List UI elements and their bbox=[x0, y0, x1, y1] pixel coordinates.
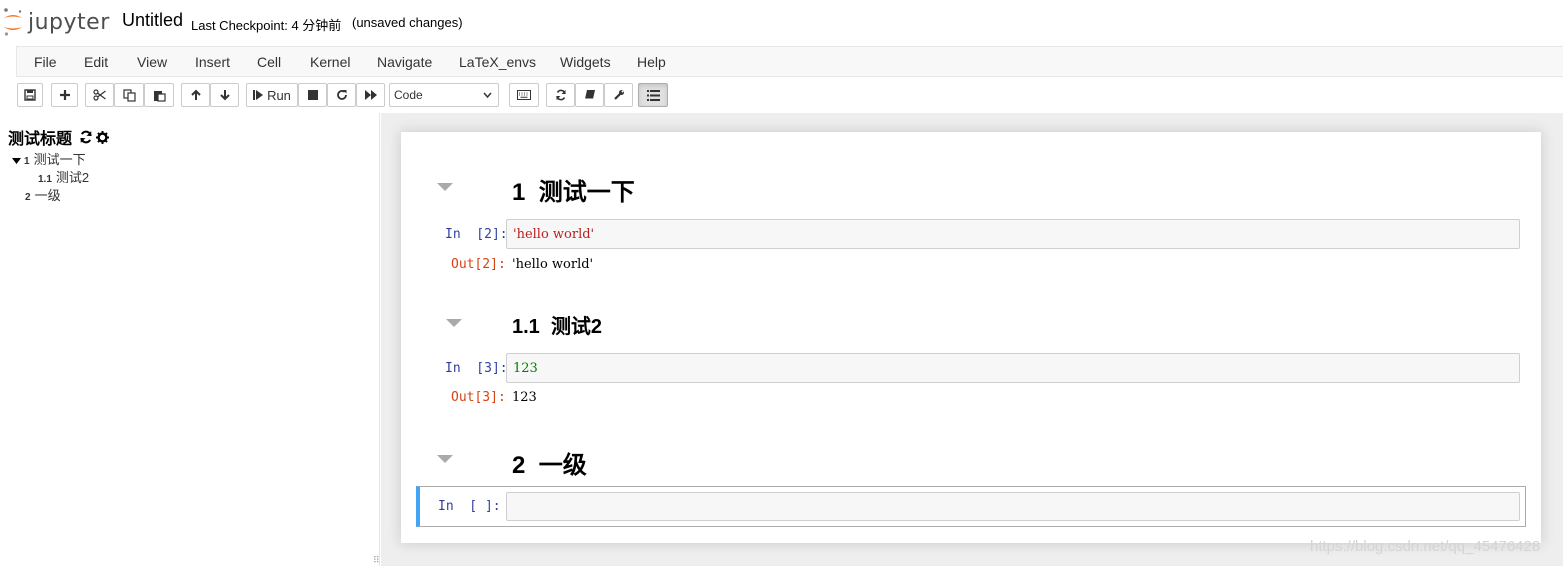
refresh-icon bbox=[555, 89, 566, 101]
restart-button[interactable] bbox=[327, 83, 356, 107]
input-prompt: In [3]: bbox=[445, 361, 508, 376]
arrow-down-icon bbox=[219, 90, 230, 101]
logo-text: jupyter bbox=[28, 9, 110, 35]
code-input-area[interactable]: 123 bbox=[506, 353, 1520, 383]
output-text: 'hello world' bbox=[512, 257, 594, 272]
menu-view[interactable]: View bbox=[137, 54, 167, 70]
menu-file[interactable]: File bbox=[34, 54, 57, 70]
heading-number: 1 bbox=[512, 179, 526, 206]
caret-down-icon bbox=[12, 157, 21, 164]
toc-item-1-1[interactable]: 1.1 测试2 bbox=[38, 167, 89, 186]
toc-toggle-button[interactable] bbox=[638, 83, 668, 107]
insert-cell-button[interactable] bbox=[51, 83, 78, 107]
save-icon bbox=[24, 89, 36, 101]
code-text: 'hello world' bbox=[513, 227, 595, 242]
toolbar: Run Code bbox=[0, 80, 1563, 110]
interrupt-button[interactable] bbox=[298, 83, 327, 107]
stop-icon bbox=[307, 90, 318, 100]
run-button[interactable]: Run bbox=[246, 83, 298, 107]
paste-button[interactable] bbox=[144, 83, 174, 107]
heading-number: 2 bbox=[512, 452, 526, 479]
jupyter-logo-icon bbox=[4, 8, 22, 36]
settings-button[interactable] bbox=[604, 83, 633, 107]
arrow-up-icon bbox=[190, 89, 201, 100]
checkpoint-status: Last Checkpoint: 4 分钟前 bbox=[191, 18, 342, 33]
plus-icon bbox=[59, 90, 70, 100]
heading-title: 一级 bbox=[538, 452, 587, 479]
command-palette-button[interactable] bbox=[509, 83, 539, 107]
resize-handle-icon[interactable]: ⠿ bbox=[373, 555, 380, 566]
output-prompt: Out[2]: bbox=[451, 257, 506, 272]
autosave-status: (unsaved changes) bbox=[352, 15, 463, 30]
copy-button[interactable] bbox=[114, 83, 144, 107]
cell-type-select[interactable]: Code bbox=[389, 83, 499, 107]
toc-item-2[interactable]: 2 一级 bbox=[25, 185, 61, 204]
heading-1[interactable]: 1 测试一下 bbox=[512, 172, 635, 207]
book-icon bbox=[584, 90, 595, 100]
refresh-icon[interactable] bbox=[79, 130, 93, 144]
menu-cell[interactable]: Cell bbox=[257, 54, 281, 70]
code-input-area[interactable]: 'hello world' bbox=[506, 219, 1520, 249]
collapse-heading-icon[interactable] bbox=[437, 183, 453, 191]
toc-item-label: 一级 bbox=[34, 188, 61, 203]
heading-title: 测试一下 bbox=[538, 179, 635, 206]
step-forward-icon bbox=[253, 90, 264, 100]
collapse-heading-icon[interactable] bbox=[437, 455, 453, 463]
jupyter-logo[interactable]: jupyter bbox=[2, 6, 110, 38]
heading-1-1[interactable]: 1.1 测试2 bbox=[512, 310, 602, 339]
toc-header: 测试标题 bbox=[8, 125, 110, 149]
toc-item-label: 测试一下 bbox=[33, 152, 86, 167]
fast-forward-icon bbox=[364, 90, 377, 100]
copy-icon bbox=[122, 88, 136, 102]
menu-help[interactable]: Help bbox=[637, 54, 666, 70]
header: jupyter Untitled Last Checkpoint: 4 分钟前 … bbox=[0, 0, 1563, 46]
refresh-toc-button[interactable] bbox=[546, 83, 575, 107]
toc-item-number: 1.1 bbox=[38, 174, 52, 185]
scissors-icon bbox=[93, 89, 106, 101]
restart-run-all-button[interactable] bbox=[356, 83, 385, 107]
heading-title: 测试2 bbox=[550, 316, 603, 338]
menu-widgets[interactable]: Widgets bbox=[560, 54, 611, 70]
code-text: 123 bbox=[513, 361, 538, 376]
move-up-button[interactable] bbox=[181, 83, 210, 107]
paste-icon bbox=[153, 90, 166, 102]
heading-2[interactable]: 2 一级 bbox=[512, 445, 587, 480]
code-input-area[interactable] bbox=[506, 492, 1520, 521]
collapse-heading-icon[interactable] bbox=[446, 319, 462, 327]
toc-item-number: 1 bbox=[24, 156, 30, 167]
chevron-down-icon bbox=[483, 92, 492, 99]
heading-number: 1.1 bbox=[512, 316, 540, 338]
cell-type-value: Code bbox=[394, 88, 423, 102]
watermark: https://blog.csdn.net/qq_45476428 bbox=[1310, 538, 1541, 555]
menu-kernel[interactable]: Kernel bbox=[310, 54, 350, 70]
save-button[interactable] bbox=[17, 83, 43, 107]
menu-navigate[interactable]: Navigate bbox=[377, 54, 432, 70]
notebook-extension-button[interactable] bbox=[575, 83, 604, 107]
toc-item-label: 测试2 bbox=[55, 170, 90, 185]
wrench-icon bbox=[613, 90, 624, 100]
toc-item-1[interactable]: 1 测试一下 bbox=[12, 149, 86, 168]
menu-latex-envs[interactable]: LaTeX_envs bbox=[459, 54, 536, 70]
restart-icon bbox=[336, 90, 347, 100]
menu-edit[interactable]: Edit bbox=[84, 54, 108, 70]
keyboard-icon bbox=[517, 90, 531, 100]
list-icon bbox=[646, 89, 660, 101]
notebook-name[interactable]: Untitled bbox=[122, 10, 183, 31]
output-text: 123 bbox=[512, 390, 537, 405]
output-prompt: Out[3]: bbox=[451, 390, 506, 405]
input-prompt: In [2]: bbox=[445, 227, 508, 242]
menubar: File Edit View Insert Cell Kernel Naviga… bbox=[16, 46, 1563, 77]
move-down-button[interactable] bbox=[210, 83, 239, 107]
toc-sidebar: 测试标题 1 测试一下 1.1 测试2 2 一级 ⠿ bbox=[0, 113, 380, 566]
toc-title: 测试标题 bbox=[8, 131, 73, 148]
run-label: Run bbox=[267, 87, 291, 103]
input-prompt: In [ ]: bbox=[438, 499, 501, 514]
gear-icon[interactable] bbox=[96, 130, 110, 144]
cut-button[interactable] bbox=[85, 83, 114, 107]
menu-insert[interactable]: Insert bbox=[195, 54, 230, 70]
toc-item-number: 2 bbox=[25, 192, 31, 203]
